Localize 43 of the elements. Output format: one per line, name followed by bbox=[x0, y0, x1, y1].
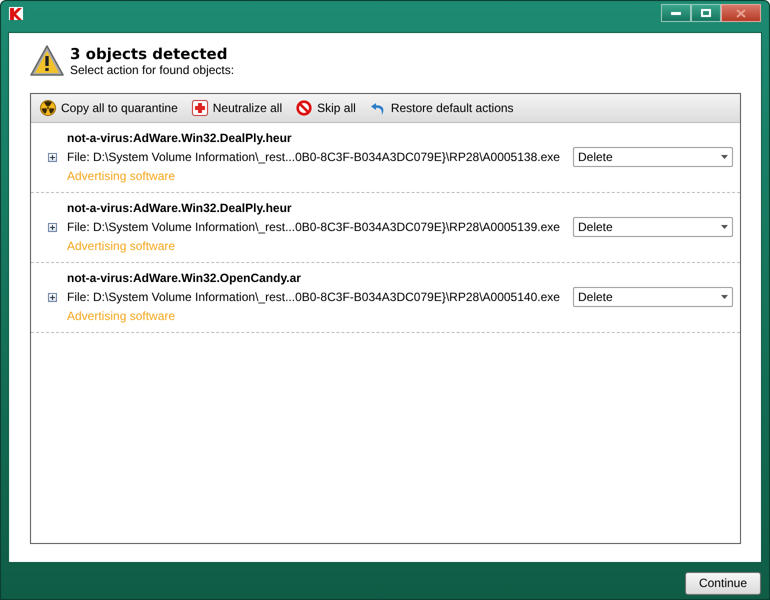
undo-arrow-icon bbox=[370, 100, 386, 116]
app-logo-icon bbox=[9, 7, 23, 20]
dropdown-arrow-icon bbox=[721, 225, 728, 229]
plus-icon bbox=[50, 294, 55, 300]
toolbar-button[interactable]: Skip all bbox=[296, 100, 356, 116]
action-dropdown[interactable]: Delete bbox=[573, 287, 733, 307]
file-path: File: D:\System Volume Information\_rest...0B0-8C3F-B034A3DC079E}\RP28\A0005140.exe bbox=[67, 290, 561, 304]
dropdown-value: Delete bbox=[578, 290, 613, 304]
toolbar-button[interactable]: Restore default actions bbox=[370, 100, 514, 116]
minimize-icon bbox=[671, 12, 681, 14]
expand-button[interactable] bbox=[48, 152, 57, 162]
file-path: File: D:\System Volume Information\_rest...0B0-8C3F-B034A3DC079E}\RP28\A0005139.exe bbox=[67, 220, 561, 234]
dropdown-value: Delete bbox=[578, 150, 613, 164]
dropdown-arrow-icon bbox=[721, 155, 728, 159]
threat-category: Advertising software bbox=[67, 169, 176, 183]
toolbar-button[interactable]: Neutralize all bbox=[192, 100, 282, 116]
dialog-subtitle: Select action for found objects: bbox=[70, 63, 234, 77]
dialog-title: 3 objects detected bbox=[70, 45, 228, 63]
plus-icon bbox=[50, 224, 55, 230]
dropdown-value: Delete bbox=[578, 220, 613, 234]
first-aid-icon bbox=[192, 100, 208, 116]
maximize-icon bbox=[701, 9, 711, 17]
minimize-button[interactable] bbox=[661, 4, 691, 22]
prohibited-icon bbox=[296, 100, 312, 116]
radiation-icon bbox=[40, 100, 56, 116]
threat-category: Advertising software bbox=[67, 309, 176, 323]
close-icon bbox=[736, 8, 746, 18]
close-button[interactable] bbox=[721, 4, 761, 22]
maximize-button[interactable] bbox=[691, 4, 721, 22]
plus-icon bbox=[50, 154, 55, 160]
threat-category: Advertising software bbox=[67, 239, 176, 253]
toolbar-button[interactable]: Copy all to quarantine bbox=[40, 100, 178, 116]
action-dropdown[interactable]: Delete bbox=[573, 217, 733, 237]
threat-name: not-a-virus:AdWare.Win32.DealPly.heur bbox=[67, 131, 293, 145]
threat-name: not-a-virus:AdWare.Win32.OpenCandy.ar bbox=[67, 271, 302, 285]
threat-name: not-a-virus:AdWare.Win32.DealPly.heur bbox=[67, 201, 293, 215]
file-path: File: D:\System Volume Information\_rest...0B0-8C3F-B034A3DC079E}\RP28\A0005138.exe bbox=[67, 150, 561, 164]
dropdown-arrow-icon bbox=[721, 295, 728, 299]
expand-button[interactable] bbox=[48, 222, 57, 232]
expand-button[interactable] bbox=[48, 292, 57, 302]
continue-button[interactable]: Continue bbox=[685, 572, 761, 594]
warning-icon bbox=[30, 45, 64, 77]
action-dropdown[interactable]: Delete bbox=[573, 147, 733, 167]
